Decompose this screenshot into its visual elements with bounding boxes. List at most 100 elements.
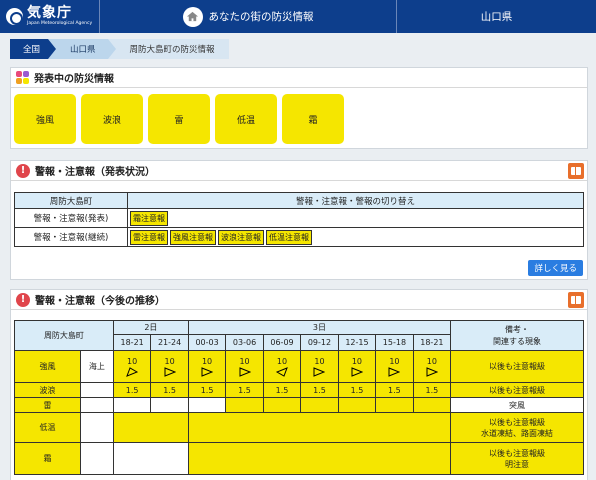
lowtemp-cells-day2 [187,412,452,443]
row-frost-sublabel [79,442,114,475]
wave-cell: 1.5 [187,382,227,398]
wind-speed: 10 [389,356,400,366]
wind-cell: 10 [187,350,227,383]
wind-cell: 10 [337,350,377,383]
row-wind-remark: 以後も注意報級 [450,350,584,383]
thunder-cell [150,397,189,413]
breadcrumb-national[interactable]: 全国 [10,39,57,59]
house-icon [182,6,203,27]
thunder-cell [337,397,377,413]
site-header: 気象庁 Japan Meteorological Agency あなたの街の防災… [0,0,596,33]
warning-icon: ! [16,292,30,307]
wind-speed: 10 [164,356,175,366]
time-slot: 18-21 [412,334,452,351]
thunder-cell [262,397,302,413]
breadcrumb: 全国 山口県 周防大島町の防災情報 [10,39,229,59]
active-info-tiles: 強風 波浪 雷 低温 霜 [11,88,587,150]
thunder-cell [375,397,414,413]
row-frost-label: 霜 [14,442,81,475]
row-wave-sublabel [79,382,114,398]
jma-logo[interactable]: 気象庁 Japan Meteorological Agency [0,0,100,33]
tile-strong-wind[interactable]: 強風 [14,94,76,144]
wind-speed: 10 [239,356,250,366]
site-title[interactable]: あなたの街の防災情報 [100,0,397,33]
row-lowtemp-sublabel [79,412,114,443]
wave-cell: 1.5 [150,382,189,398]
tile-frost[interactable]: 霜 [282,94,344,144]
row-continued-cells: 雷注意報 強風注意報 波浪注意報 低温注意報 [127,227,584,247]
lowtemp-remark-2: 水道凍結、路面凍結 [481,428,554,438]
warning-status-table: 周防大島町 警報・注意報・警報の切り替え 警報・注意報(発表) 霜注意報 警報・… [14,192,584,247]
wave-cell: 1.5 [262,382,302,398]
info-grid-icon [16,71,29,84]
chip-frost-advisory[interactable]: 霜注意報 [130,210,168,226]
chip-lowtemp-advisory[interactable]: 低温注意報 [266,229,312,245]
status-col-area: 周防大島町 [14,192,128,209]
wind-speed: 10 [426,356,437,366]
row-wind-sublabel: 海上 [79,350,114,383]
frost-remark-1: 以後も注意報級 [489,448,546,458]
thunder-cell [187,397,227,413]
wave-cell: 1.5 [112,382,152,398]
row-lowtemp-remark: 以後も注意報級 水道凍結、路面凍結 [450,412,584,443]
time-slot: 21-24 [150,334,189,351]
forecast-area: 周防大島町 [14,320,114,351]
view-details-button[interactable]: 詳しく見る [528,260,583,276]
thunder-cell [412,397,452,413]
warning-status-header: ! 警報・注意報（発表状況） [11,161,587,181]
wave-cell: 1.5 [412,382,452,398]
row-frost-remark: 以後も注意報級 明注意 [450,442,584,475]
row-thunder-label: 雷 [14,397,81,413]
wind-cell: 10 [300,350,339,383]
thunder-cell [112,397,152,413]
time-slot: 09-12 [300,334,339,351]
book-icon[interactable] [568,292,584,308]
time-slot: 12-15 [337,334,377,351]
logo-name-en: Japan Meteorological Agency [27,21,93,26]
wave-cell: 1.5 [375,382,414,398]
frost-remark-2: 明注意 [505,459,530,469]
forecast-panel: ! 警報・注意報（今後の推移） 周防大島町 2日 3日 備考・ 関連する現象 1… [10,289,588,480]
day-header-2: 3日 [187,320,452,335]
forecast-header: ! 警報・注意報（今後の推移） [11,290,587,310]
wind-direction-icon [313,366,326,377]
row-thunder-sublabel [79,397,114,413]
time-slot: 03-06 [225,334,264,351]
forecast-title: 警報・注意報（今後の推移） [35,296,165,307]
forecast-table: 周防大島町 2日 3日 備考・ 関連する現象 18-21 21-24 00-03… [14,320,584,475]
wind-cell: 10 [262,350,302,383]
row-wave-remark: 以後も注意報級 [450,382,584,398]
row-thunder-remark: 突風 [450,397,584,413]
wave-cell: 1.5 [225,382,264,398]
chip-wave-advisory[interactable]: 波浪注意報 [218,229,264,245]
status-col-switch: 警報・注意報・警報の切り替え [127,192,584,209]
prefecture-selector[interactable]: 山口県 [397,0,596,33]
chip-thunder-advisory[interactable]: 雷注意報 [130,229,168,245]
lowtemp-cells-day1 [112,412,189,443]
lowtemp-remark-1: 以後も注意報級 [489,417,546,427]
tile-waves[interactable]: 波浪 [81,94,143,144]
wind-direction-icon [388,366,401,377]
breadcrumb-prefecture[interactable]: 山口県 [48,39,115,59]
active-info-panel: 発表中の防災情報 強風 波浪 雷 低温 霜 [10,67,588,149]
breadcrumb-current: 周防大島町の防災情報 [107,39,229,59]
wind-speed: 10 [127,356,138,366]
wave-cell: 1.5 [337,382,377,398]
warning-icon: ! [16,163,30,178]
wind-direction-icon [164,366,176,377]
tile-thunder[interactable]: 雷 [148,94,210,144]
book-icon[interactable] [568,163,584,179]
site-title-text: あなたの街の防災情報 [208,11,314,23]
frost-cells-day1 [112,442,189,475]
wind-cell: 10 [150,350,189,383]
wind-direction-icon [239,366,251,377]
chip-wind-advisory[interactable]: 強風注意報 [170,229,216,245]
wind-direction-icon [126,366,139,377]
wind-direction-icon [351,366,363,377]
logo-name-ja: 気象庁 [27,5,72,21]
time-slot: 00-03 [187,334,227,351]
row-wave-label: 波浪 [14,382,81,398]
active-info-header: 発表中の防災情報 [11,68,587,88]
wave-cell: 1.5 [300,382,339,398]
tile-low-temperature[interactable]: 低温 [215,94,277,144]
